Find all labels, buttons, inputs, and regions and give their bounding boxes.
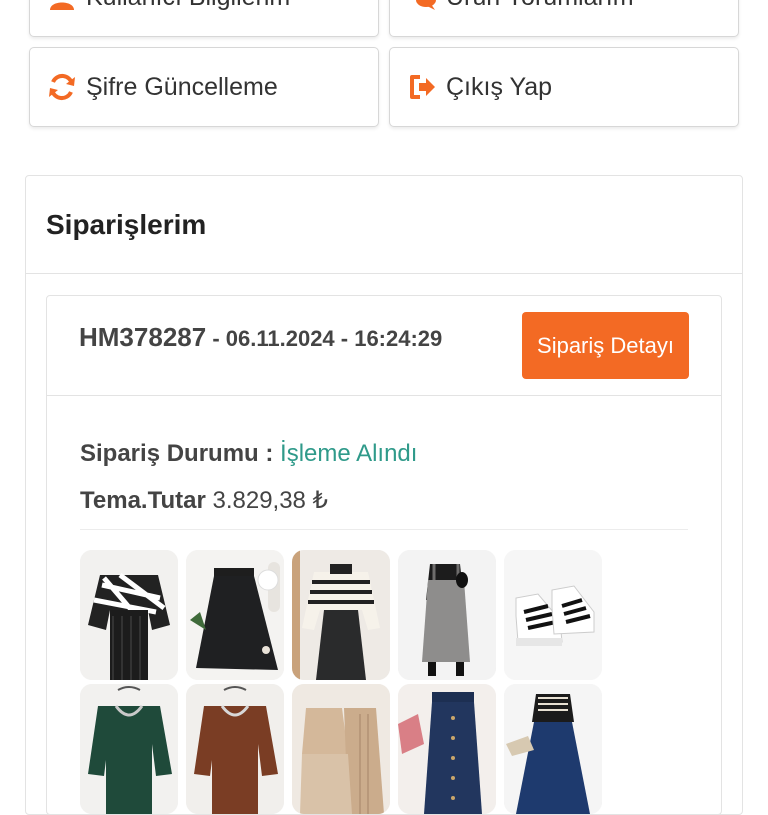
order-title: HM378287 - 06.11.2024 - 16:24:29 [79, 322, 442, 353]
sign-out-icon [406, 71, 438, 103]
refresh-icon [46, 71, 78, 103]
orders-card: Siparişlerim HM378287 - 06.11.2024 - 16:… [25, 175, 743, 815]
product-thumbnail-sneakers[interactable] [504, 550, 602, 680]
divider [80, 529, 688, 530]
product-thumbnail-zebra-sweater[interactable] [80, 550, 178, 680]
order-amount: Tema.Tutar 3.829,38 ₺ [80, 486, 328, 515]
product-thumbnail-black-skirt[interactable] [186, 550, 284, 680]
logout-button[interactable]: Çıkış Yap [389, 47, 739, 127]
reviews-button[interactable]: Ürün Yorumlarım [389, 0, 739, 37]
order-separator: - [206, 326, 226, 351]
product-thumbnail-grey-dress[interactable] [398, 550, 496, 680]
order-status-label: Sipariş Durumu : [80, 440, 281, 467]
order-code: HM378287 [79, 322, 207, 352]
product-thumbnail-striped-sweater[interactable] [292, 550, 390, 680]
logout-label: Çıkış Yap [446, 72, 553, 101]
reviews-label: Ürün Yorumlarım [446, 0, 634, 12]
product-thumbnail-denim-skirt[interactable] [398, 684, 496, 814]
order-datetime: 06.11.2024 - 16:24:29 [225, 326, 443, 351]
product-thumbnail-brown-sweater[interactable] [186, 684, 284, 814]
user-info-button[interactable]: Kullanıcı Bilgilerim [29, 0, 379, 37]
order-amount-value: 3.829,38 ₺ [212, 487, 328, 514]
product-thumbnail-beige-set[interactable] [292, 684, 390, 814]
order-status-value: İşleme Alındı [280, 440, 418, 467]
order-header: HM378287 - 06.11.2024 - 16:24:29 Sipariş… [47, 296, 721, 396]
password-update-label: Şifre Güncelleme [86, 72, 278, 101]
product-thumbnail-navy-skirt-outfit[interactable] [504, 684, 602, 814]
user-info-label: Kullanıcı Bilgilerim [86, 0, 290, 12]
user-icon [46, 0, 78, 13]
password-update-button[interactable]: Şifre Güncelleme [29, 47, 379, 127]
comments-icon [406, 0, 438, 13]
order-amount-label: Tema.Tutar [80, 487, 206, 514]
order-detail-button[interactable]: Sipariş Detayı [522, 312, 689, 379]
order-status: Sipariş Durumu : İşleme Alındı [80, 440, 417, 468]
orders-title: Siparişlerim [26, 176, 742, 274]
order-item: HM378287 - 06.11.2024 - 16:24:29 Sipariş… [46, 295, 722, 815]
product-thumbnail-green-sweater[interactable] [80, 684, 178, 814]
